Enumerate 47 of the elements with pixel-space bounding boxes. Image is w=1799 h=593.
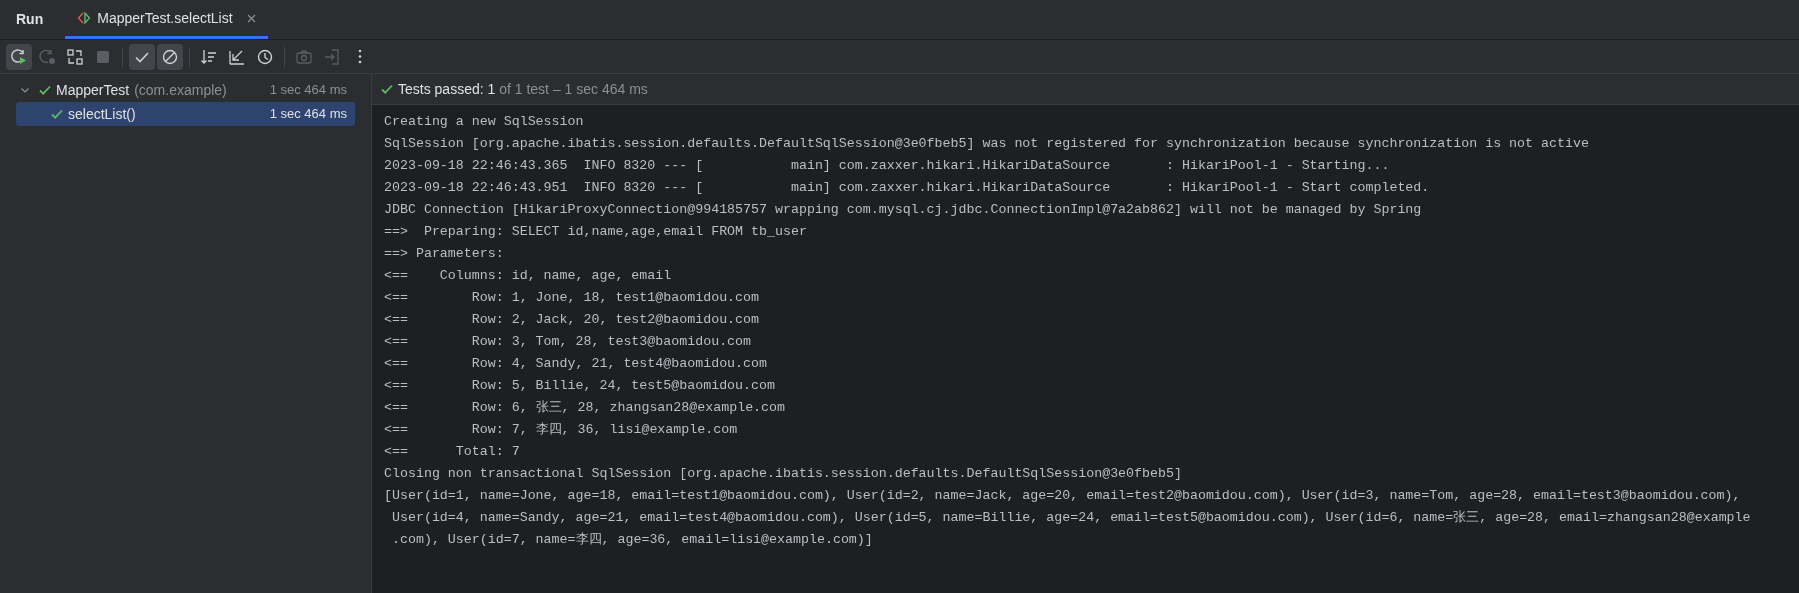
- test-run-icon: [77, 12, 92, 24]
- test-name: selectList(): [68, 104, 136, 124]
- check-button[interactable]: [129, 43, 155, 70]
- console-line: SqlSession [org.apache.ibatis.session.defaults.DefaultSqlSession@3e0fbeb5] was not registered for synchronization because synchronization is not active: [384, 135, 1590, 153]
- console-line: <== Columns: id, name, age, email: [384, 267, 673, 285]
- test-tree-item[interactable]: selectList() 1 sec 464 ms: [16, 102, 355, 126]
- test-tree-item[interactable]: MapperTest (com.example) 1 sec 464 ms: [16, 78, 355, 102]
- rerun-icon: [10, 47, 28, 66]
- console-line: <== Row: 6, 张三, 28, zhangsan28@example.com: [384, 399, 787, 417]
- console-line: ==> Parameters:: [384, 245, 505, 263]
- sort-icon: [200, 47, 218, 66]
- check-icon: [38, 83, 52, 97]
- camera-icon: [295, 47, 313, 66]
- rerun-button[interactable]: [6, 43, 32, 70]
- close-icon[interactable]: [246, 13, 256, 23]
- more-icon: [358, 49, 362, 64]
- console-line: <== Row: 1, Jone, 18, test1@baomidou.com: [384, 289, 761, 307]
- console-line: <== Row: 2, Jack, 20, test2@baomidou.com: [384, 311, 761, 329]
- duration: 1 sec 464 ms: [269, 105, 347, 124]
- check-icon: [380, 82, 394, 96]
- console-line: <== Total: 7: [384, 443, 521, 461]
- console-line: <== Row: 7, 李四, 36, lisi@example.com: [384, 421, 739, 439]
- console-line: ==> Preparing: SELECT id,name,age,email FROM tb_user: [384, 223, 808, 241]
- status-text: Tests passed: 1 of 1 test – 1 sec 464 ms: [398, 79, 648, 99]
- ignored-icon: [161, 47, 179, 66]
- console-line: User(id=4, name=Sandy, age=21, email=test4@baomidou.com), User(id=5, name=Billie, age=24, email=test5@baomidou.com), User(id=6, name=张三, age=28, email=zhangsan28@example: [390, 509, 1752, 527]
- rerun-failed-icon: [38, 47, 56, 66]
- import-icon: [323, 47, 341, 66]
- console-line: Creating a new SqlSession: [384, 113, 585, 131]
- package-name: (com.example): [134, 80, 227, 100]
- clock-icon: [256, 47, 274, 66]
- test-name: MapperTest: [56, 80, 130, 100]
- console-line: <== Row: 3, Tom, 28, test3@baomidou.com: [384, 333, 753, 351]
- duration: 1 sec 464 ms: [269, 81, 347, 100]
- console-line: 2023-09-18 22:46:43.951 INFO 8320 --- [ main] com.zaxxer.hikari.HikariDataSource : HikariPool-1 - Start completed.: [384, 179, 1431, 197]
- ignored-button[interactable]: [157, 43, 183, 70]
- console-line: .com), User(id=7, name=李四, age=36, email=lisi@example.com)]: [390, 531, 874, 549]
- chevron-down-icon[interactable]: [20, 85, 32, 95]
- console-line: [User(id=1, name=Jone, age=18, email=test1@baomidou.com), User(id=2, name=Jack, age=20, email=test2@baomidou.com), User(id=3, name=Tom, age=28, email=test3@baomidou.com),: [384, 487, 1742, 505]
- check-icon: [50, 107, 64, 121]
- auto-rerun-icon: [66, 47, 84, 66]
- console-line: <== Row: 5, Billie, 24, test5@baomidou.com: [384, 377, 776, 395]
- console-line: Closing non transactional SqlSession [org.apache.ibatis.session.defaults.DefaultSqlSession@3e0fbeb5]: [384, 465, 1183, 483]
- panel-title: Run: [16, 10, 44, 29]
- console-line: JDBC Connection [HikariProxyConnection@994185757 wrapping com.mysql.cj.jdbc.ConnectionImpl@7a2ab862] will not be managed by Spring: [384, 201, 1423, 219]
- console-line: 2023-09-18 22:46:43.365 INFO 8320 --- [ main] com.zaxxer.hikari.HikariDataSource : HikariPool-1 - Starting...: [384, 157, 1391, 175]
- console-line: <== Row: 4, Sandy, 21, test4@baomidou.com: [384, 355, 768, 373]
